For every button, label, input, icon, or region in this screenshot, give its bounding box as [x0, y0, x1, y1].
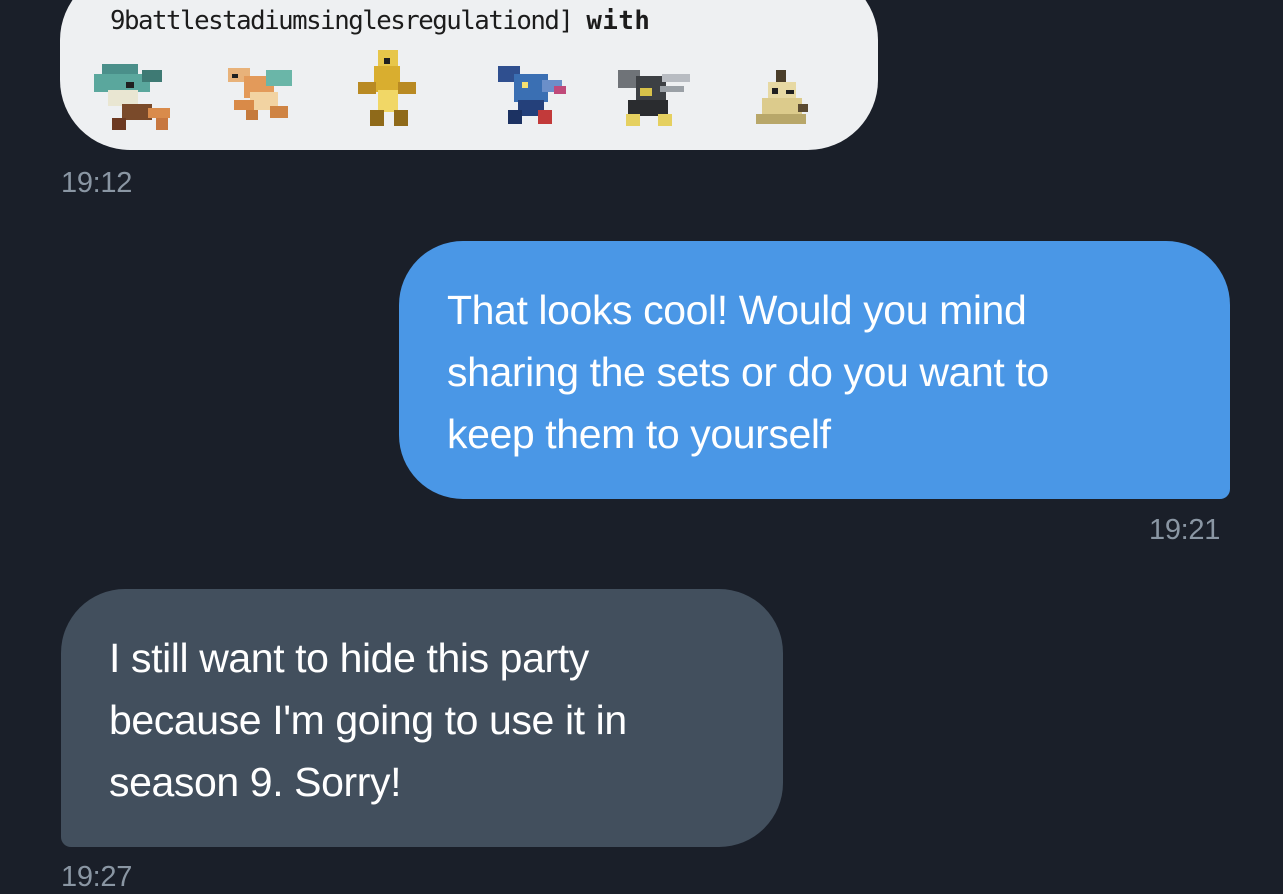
- outgoing-message-bubble[interactable]: That looks cool! Would you mind sharing …: [399, 241, 1230, 499]
- message-timestamp: 19:12: [61, 167, 133, 199]
- message-line: season 9. Sorry!: [109, 759, 402, 805]
- message-line: I still want to hide this party: [109, 635, 589, 681]
- message-line: keep them to yourself: [447, 411, 831, 457]
- pokemon-sprite-5-icon: [600, 62, 698, 130]
- format-with-label: with: [586, 6, 651, 36]
- team-format-label: 9battlestadiumsinglesregulationd] with: [110, 6, 650, 36]
- incoming-message-bubble[interactable]: I still want to hide this party because …: [61, 589, 783, 847]
- format-name: 9battlestadiumsinglesregulationd]: [110, 6, 574, 36]
- message-timestamp: 19:21: [1149, 514, 1221, 546]
- pokemon-sprite-4-icon: [488, 60, 578, 130]
- pokemon-sprite-1-icon: [82, 60, 186, 136]
- pokemon-sprite-3-icon: [348, 48, 428, 136]
- team-image-message[interactable]: 9battlestadiumsinglesregulationd] with: [60, 0, 878, 150]
- message-timestamp: 19:27: [61, 861, 133, 893]
- dragonite-sprite-icon: [210, 62, 306, 128]
- message-line: That looks cool! Would you mind: [447, 287, 1027, 333]
- message-line: because I'm going to use it in: [109, 697, 627, 743]
- mimikyu-sprite-icon: [750, 68, 814, 130]
- message-line: sharing the sets or do you want to: [447, 349, 1049, 395]
